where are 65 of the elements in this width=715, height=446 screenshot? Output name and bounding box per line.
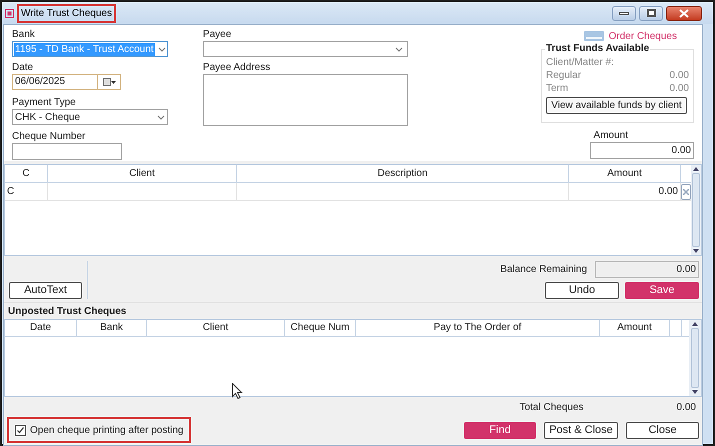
- selected-value: CHK - Cheque: [15, 110, 80, 124]
- total-cheques-value: 0.00: [676, 400, 696, 414]
- chevron-down-icon: [394, 46, 403, 52]
- field-label: Cheque Number: [12, 130, 86, 143]
- undo-button[interactable]: Undo: [545, 282, 619, 299]
- checkbox-label: Open cheque printing after posting: [30, 424, 184, 438]
- client-matter-label: Client/Matter #:: [546, 56, 615, 69]
- cheque-icon: [584, 31, 604, 41]
- balance-remaining-field: 0.00: [595, 261, 699, 278]
- scroll-down-icon[interactable]: [692, 390, 698, 394]
- field-label: Amount: [594, 129, 628, 142]
- column-header[interactable]: Amount: [569, 165, 681, 182]
- payment-type-dropdown[interactable]: CHK - Cheque: [12, 109, 168, 125]
- window-title: Write Trust Cheques: [17, 4, 116, 22]
- column-header[interactable]: Date: [5, 320, 77, 336]
- table-cell: C: [5, 183, 48, 200]
- checkbox[interactable]: [15, 424, 26, 436]
- fund-label: Term: [546, 82, 568, 95]
- table-cell: 0.00: [569, 183, 681, 200]
- scroll-up-icon[interactable]: [692, 322, 698, 326]
- field-label: Payment Type: [12, 96, 77, 109]
- payee-address-field[interactable]: [202, 74, 408, 126]
- scrollbar[interactable]: [691, 165, 701, 255]
- save-button[interactable]: Save: [625, 282, 699, 299]
- close-icon: [679, 8, 689, 18]
- close-dialog-button[interactable]: Close: [626, 422, 699, 438]
- chevron-down-icon: [158, 46, 166, 52]
- fund-value: 0.00: [670, 82, 689, 95]
- column-header[interactable]: Amount: [600, 320, 670, 336]
- fund-label: Regular: [546, 69, 582, 82]
- amount-field[interactable]: 0.00: [590, 142, 694, 159]
- column-header[interactable]: Client: [147, 320, 285, 336]
- post-and-close-button[interactable]: Post & Close: [544, 422, 618, 438]
- column-header[interactable]: Client: [48, 165, 237, 182]
- column-header[interactable]: Pay to The Order of: [356, 320, 600, 336]
- field-label: Payee: [202, 28, 232, 41]
- scrollbar[interactable]: [689, 320, 701, 396]
- order-cheques-link[interactable]: Order Cheques: [608, 28, 677, 44]
- calendar-icon: [102, 78, 116, 86]
- calendar-button[interactable]: [98, 74, 121, 90]
- section-title: Unposted Trust Cheques: [8, 305, 126, 319]
- autotext-button[interactable]: AutoText: [9, 282, 82, 299]
- scroll-down-icon[interactable]: [693, 249, 699, 253]
- column-header[interactable]: Description: [237, 165, 569, 182]
- field-label: Bank: [12, 28, 36, 41]
- delete-icon: [683, 189, 689, 195]
- field-label: Date: [12, 61, 34, 74]
- maximize-button[interactable]: [639, 6, 663, 20]
- scroll-up-icon[interactable]: [693, 167, 699, 171]
- chevron-down-icon: [157, 114, 165, 120]
- column-header[interactable]: C: [5, 165, 48, 182]
- column-header[interactable]: Cheque Num: [285, 320, 356, 336]
- view-funds-button[interactable]: View available funds by client: [546, 97, 687, 114]
- date-field[interactable]: 06/06/2025: [12, 74, 98, 90]
- minimize-button[interactable]: [612, 6, 636, 20]
- total-cheques-label: Total Cheques: [520, 400, 584, 414]
- cheque-number-field[interactable]: [12, 143, 122, 160]
- app-icon: [5, 8, 14, 18]
- close-button[interactable]: [666, 6, 702, 20]
- field-label: Payee Address: [202, 61, 272, 74]
- balance-remaining-label: Balance Remaining: [500, 263, 587, 277]
- selected-value: 1195 - TD Bank - Trust Account: [14, 42, 155, 56]
- fund-value: 0.00: [670, 69, 689, 82]
- find-button[interactable]: Find: [464, 422, 536, 438]
- column-header[interactable]: Bank: [77, 320, 147, 336]
